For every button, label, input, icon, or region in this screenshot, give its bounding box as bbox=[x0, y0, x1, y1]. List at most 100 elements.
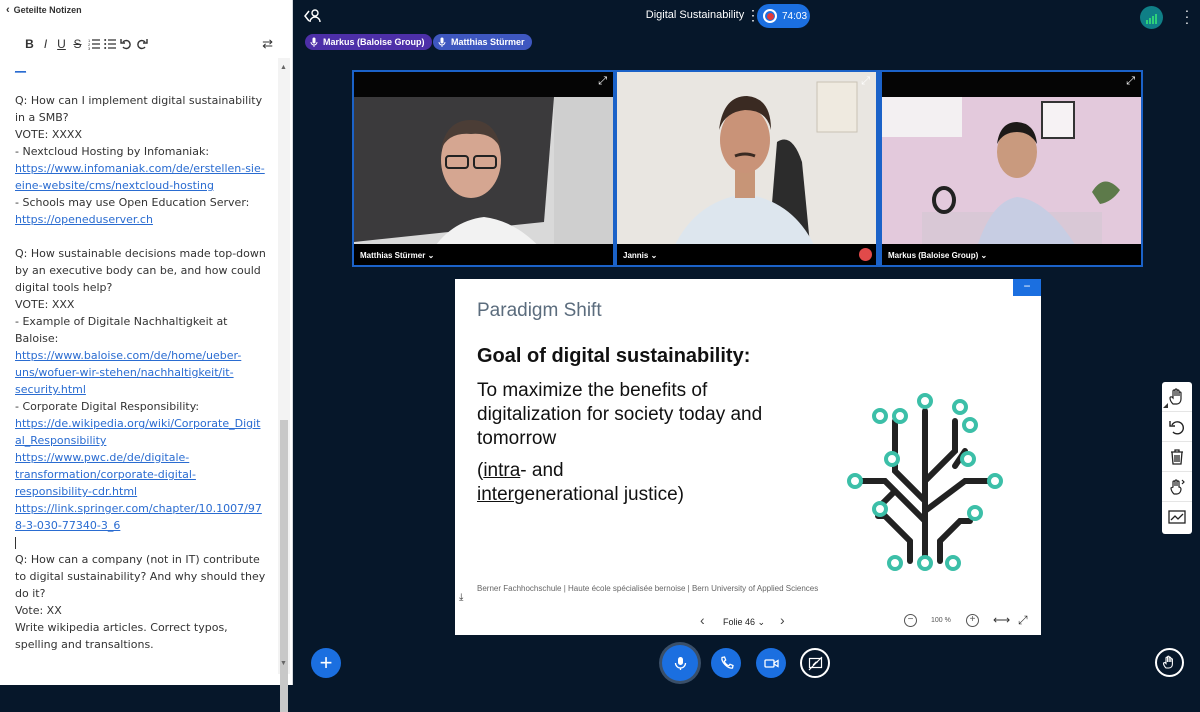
video-tile[interactable]: ⤢ Markus (Baloise Group) ⌄ bbox=[882, 72, 1141, 265]
undo-annotation-icon[interactable] bbox=[1162, 412, 1192, 442]
note-link[interactable]: https://www.pwc.de/de/digitale- bbox=[15, 449, 267, 466]
fullscreen-icon[interactable]: ⤢ bbox=[1018, 613, 1028, 628]
recording-time: 74:03 bbox=[782, 10, 808, 22]
note-text: Vote: XX bbox=[15, 604, 62, 617]
slide-note: (intra- and intergenerational justice) bbox=[477, 460, 685, 505]
actions-button[interactable]: + bbox=[311, 648, 341, 678]
note-link-text[interactable]: https://www.pwc.de/de/digitale- bbox=[15, 451, 189, 464]
strikethrough-button[interactable]: S bbox=[70, 35, 85, 53]
note-link[interactable]: eine-website/cms/nextcloud-hosting bbox=[15, 177, 267, 194]
participant-video bbox=[882, 72, 1141, 265]
participant-name[interactable]: Jannis ⌄ bbox=[617, 244, 876, 265]
fit-width-icon[interactable]: ⟷ bbox=[993, 613, 1010, 627]
redo-icon[interactable] bbox=[134, 35, 149, 53]
note-text: by an executive body can be, and how cou… bbox=[15, 264, 261, 277]
note-link-text[interactable]: https://www.infomaniak.com/de/erstellen-… bbox=[15, 162, 265, 175]
line-chart-icon[interactable] bbox=[1162, 502, 1192, 532]
note-text: - Corporate Digital Responsibility: bbox=[15, 400, 200, 413]
notes-scrollbar[interactable]: ▲ ▼ bbox=[278, 58, 290, 712]
note-link[interactable]: security.html bbox=[15, 381, 267, 398]
note-link[interactable]: 8-3-030-77340-3_6 bbox=[15, 517, 267, 534]
multi-user-draw-icon[interactable] bbox=[1162, 472, 1192, 502]
minimize-presentation-button[interactable]: − bbox=[1013, 279, 1041, 296]
note-link-text[interactable]: security.html bbox=[15, 383, 86, 396]
note-link[interactable]: al_Responsibility bbox=[15, 432, 267, 449]
talker-pill[interactable]: Matthias Stürmer bbox=[433, 34, 532, 50]
note-link-text[interactable]: https://www.baloise.com/de/home/ueber- bbox=[15, 349, 241, 362]
trash-icon[interactable] bbox=[1162, 442, 1192, 472]
note-link-text[interactable]: https://openeduserver.ch bbox=[15, 213, 153, 226]
note-line: VOTE: XXX bbox=[15, 296, 267, 313]
note-line: to digital sustainability? And why shoul… bbox=[15, 568, 267, 585]
bullet-list-icon[interactable] bbox=[102, 35, 117, 53]
recording-indicator[interactable]: 74:03 bbox=[757, 4, 810, 28]
note-link[interactable]: https://www.infomaniak.com/de/erstellen-… bbox=[15, 160, 267, 177]
note-link-text[interactable]: al_Responsibility bbox=[15, 434, 106, 447]
scroll-down-icon[interactable]: ▼ bbox=[280, 660, 287, 667]
note-link[interactable]: https://link.springer.com/chapter/10.100… bbox=[15, 500, 267, 517]
note-link-text[interactable]: 8-3-030-77340-3_6 bbox=[15, 519, 120, 532]
slide-heading: Goal of digital sustainability: bbox=[477, 345, 751, 367]
slide-selector[interactable]: Folie 46 ⌄ bbox=[723, 617, 765, 628]
participant-name[interactable]: Markus (Baloise Group) ⌄ bbox=[882, 244, 1141, 265]
zoom-out-icon[interactable]: − bbox=[904, 614, 917, 627]
connection-status-icon[interactable] bbox=[1140, 6, 1163, 29]
screen-share-icon bbox=[808, 656, 822, 670]
notes-title: Geteilte Notizen bbox=[13, 5, 82, 15]
notes-header[interactable]: ‹ Geteilte Notizen bbox=[0, 0, 293, 20]
note-link-text[interactable]: __ bbox=[15, 60, 26, 73]
video-tile[interactable]: ⤢ Jannis ⌄ bbox=[617, 72, 876, 265]
scroll-up-icon[interactable]: ▲ bbox=[280, 64, 287, 71]
note-link[interactable]: https://de.wikipedia.org/wiki/Corporate_… bbox=[15, 415, 267, 432]
mute-button[interactable] bbox=[662, 645, 698, 681]
presentation-area[interactable]: − Paradigm Shift Goal of digital sustain… bbox=[455, 279, 1041, 635]
underline-button[interactable]: U bbox=[54, 35, 69, 53]
raise-hand-button[interactable] bbox=[1155, 648, 1184, 677]
participant-video bbox=[617, 72, 876, 265]
ordered-list-icon[interactable]: 123 bbox=[86, 35, 101, 53]
talker-pill[interactable]: Markus (Baloise Group) bbox=[305, 34, 432, 50]
note-link[interactable]: https://openeduserver.ch bbox=[15, 211, 267, 228]
previous-slide-icon[interactable]: ‹ bbox=[700, 612, 705, 628]
notes-editor[interactable]: __ Q: How can I implement digital sustain… bbox=[0, 58, 277, 674]
screen-share-button[interactable] bbox=[800, 648, 830, 678]
note-link[interactable]: https://www.baloise.com/de/home/ueber- bbox=[15, 347, 267, 364]
note-link-text[interactable]: transformation/corporate-digital- bbox=[15, 468, 196, 481]
note-link-text[interactable]: uns/wofuer-wir-stehen/nachhaltigkeit/it- bbox=[15, 366, 234, 379]
more-options-icon[interactable]: · · · bbox=[1184, 3, 1190, 29]
note-link-text[interactable]: eine-website/cms/nextcloud-hosting bbox=[15, 179, 214, 192]
video-tile[interactable]: ⤢ Matthias Stürmer ⌄ bbox=[354, 72, 613, 265]
undo-icon[interactable] bbox=[118, 35, 133, 53]
note-text: Baloise: bbox=[15, 332, 59, 345]
meeting-title: Digital Sustainability bbox=[645, 9, 745, 21]
fullscreen-icon[interactable]: ⤢ bbox=[1126, 75, 1135, 88]
chevron-left-icon[interactable]: ‹ bbox=[6, 4, 10, 16]
note-link-text[interactable]: responsibility-cdr.html bbox=[15, 485, 137, 498]
participant-name[interactable]: Matthias Stürmer ⌄ bbox=[354, 244, 613, 265]
scrollbar-thumb[interactable] bbox=[280, 420, 288, 712]
note-link[interactable]: uns/wofuer-wir-stehen/nachhaltigkeit/it- bbox=[15, 364, 267, 381]
italic-button[interactable]: I bbox=[38, 35, 53, 53]
video-button[interactable] bbox=[756, 648, 786, 678]
note-text: Q: How can a company (not in IT) contrib… bbox=[15, 553, 260, 566]
bold-button[interactable]: B bbox=[22, 35, 37, 53]
swap-icon[interactable]: ⇄ bbox=[262, 36, 273, 52]
audio-button[interactable] bbox=[711, 648, 741, 678]
download-icon[interactable]: ⤓ bbox=[459, 592, 463, 603]
record-icon bbox=[763, 9, 777, 23]
talker-name: Matthias Stürmer bbox=[451, 37, 525, 47]
fullscreen-icon[interactable]: ⤢ bbox=[598, 75, 607, 88]
zoom-in-icon[interactable]: + bbox=[966, 614, 979, 627]
note-link[interactable]: responsibility-cdr.html bbox=[15, 483, 267, 500]
note-link[interactable]: __ bbox=[15, 58, 267, 75]
users-toggle-icon[interactable] bbox=[304, 8, 322, 24]
note-link[interactable]: transformation/corporate-digital- bbox=[15, 466, 267, 483]
note-link-text[interactable]: https://link.springer.com/chapter/10.100… bbox=[15, 502, 262, 515]
svg-text:3: 3 bbox=[88, 46, 91, 50]
slide-body: To maximize the benefits of digitalizati… bbox=[477, 380, 763, 449]
note-link-text[interactable]: https://de.wikipedia.org/wiki/Corporate_… bbox=[15, 417, 260, 430]
next-slide-icon[interactable]: › bbox=[780, 612, 785, 628]
note-line: - Nextcloud Hosting by Infomaniak: bbox=[15, 143, 267, 160]
note-text: Q: How sustainable decisions made top-do… bbox=[15, 247, 266, 260]
fullscreen-icon[interactable]: ⤢ bbox=[861, 75, 870, 88]
